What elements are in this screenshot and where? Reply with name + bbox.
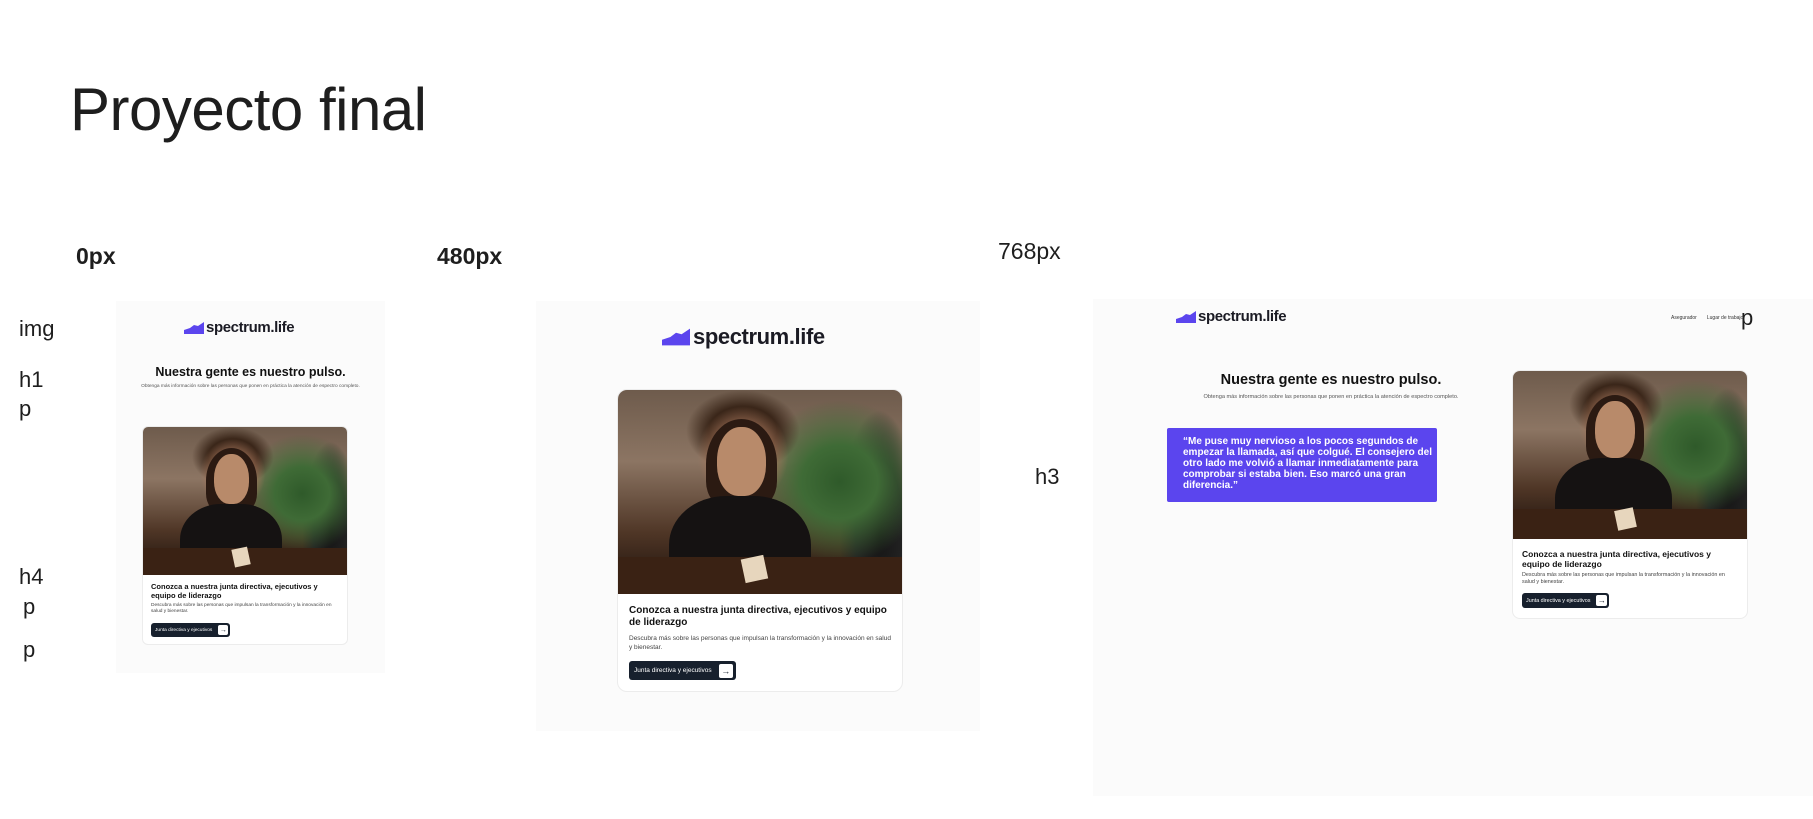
leadership-card: Conozca a nuestra junta directiva, ejecu… — [617, 389, 903, 692]
card-description: Descubra más sobre las personas que impu… — [629, 635, 891, 651]
button-label: Junta directiva y ejecutivos — [1526, 597, 1591, 604]
tag-p: p — [23, 594, 36, 619]
leadership-photo — [618, 390, 902, 594]
page-title: Proyecto final — [70, 76, 427, 143]
mobile-frame-0px: spectrum.life Nuestra gente es nuestro p… — [116, 301, 385, 673]
leadership-button[interactable]: Junta directiva y ejecutivos → — [629, 661, 736, 680]
tag-h1: h1 — [19, 367, 44, 392]
logo-text: spectrum.life — [1198, 308, 1287, 325]
button-label: Junta directiva y ejecutivos — [155, 627, 213, 633]
arrow-right-icon: → — [1596, 595, 1608, 606]
leadership-card: Conozca a nuestra junta directiva, ejecu… — [142, 426, 348, 645]
desktop-frame-768px: spectrum.life Asegurador Lugar de trabaj… — [1093, 299, 1813, 796]
leadership-card: Conozca a nuestra junta directiva, ejecu… — [1512, 370, 1748, 619]
tag-img: img — [19, 316, 55, 341]
page-subheading: Obtenga más información sobre las person… — [141, 384, 360, 389]
tag-p: p — [1741, 305, 1754, 330]
card-title: Conozca a nuestra junta directiva, ejecu… — [629, 605, 887, 628]
testimonial-quote: “Me puse muy nervioso a los pocos segund… — [1167, 428, 1437, 502]
spectrum-logo-icon — [662, 328, 690, 346]
logo-text: spectrum.life — [206, 319, 295, 336]
leadership-button[interactable]: Junta directiva y ejecutivos → — [1522, 593, 1610, 608]
breakpoint-label-480px: 480px — [437, 243, 503, 269]
tablet-frame-480px: spectrum.life Conozca a nuestra junta di… — [536, 301, 980, 731]
tag-h4: h4 — [19, 564, 44, 589]
spectrum-logo-icon — [1176, 310, 1196, 323]
card-description: Descubra más sobre las personas que impu… — [151, 603, 332, 615]
tag-p: p — [23, 637, 36, 662]
card-title: Conozca a nuestra junta directiva, ejecu… — [1522, 549, 1711, 570]
page-heading: Nuestra gente es nuestro pulso. — [1220, 372, 1442, 388]
leadership-photo — [1513, 371, 1747, 539]
spectrum-logo-icon — [184, 321, 204, 334]
site-logo[interactable]: spectrum.life — [1176, 308, 1287, 325]
top-nav: Asegurador Lugar de trabajo — [1671, 315, 1743, 321]
quote-text: “Me puse muy nervioso a los pocos segund… — [1183, 436, 1432, 491]
leadership-photo — [143, 427, 347, 575]
leadership-button[interactable]: Junta directiva y ejecutivos → — [151, 623, 231, 637]
page-subheading: Obtenga más información sobre las person… — [1203, 394, 1459, 400]
site-logo[interactable]: spectrum.life — [184, 319, 295, 336]
card-description: Descubra más sobre las personas que impu… — [1522, 572, 1725, 586]
button-label: Junta directiva y ejecutivos — [634, 667, 712, 674]
page-heading: Nuestra gente es nuestro pulso. — [155, 365, 346, 379]
nav-item-lugar-de-trabajo[interactable]: Lugar de trabajo — [1707, 315, 1743, 321]
tag-p: p — [19, 396, 32, 421]
arrow-right-icon: → — [218, 625, 229, 635]
nav-item-asegurador[interactable]: Asegurador — [1671, 315, 1697, 321]
card-title: Conozca a nuestra junta directiva, ejecu… — [151, 582, 318, 600]
site-logo[interactable]: spectrum.life — [662, 324, 825, 350]
breakpoint-label-0px: 0px — [76, 243, 116, 269]
logo-text: spectrum.life — [693, 324, 825, 349]
tag-h3: h3 — [1035, 464, 1060, 489]
arrow-right-icon: → — [718, 663, 733, 678]
breakpoint-label-768px: 768px — [998, 238, 1061, 264]
